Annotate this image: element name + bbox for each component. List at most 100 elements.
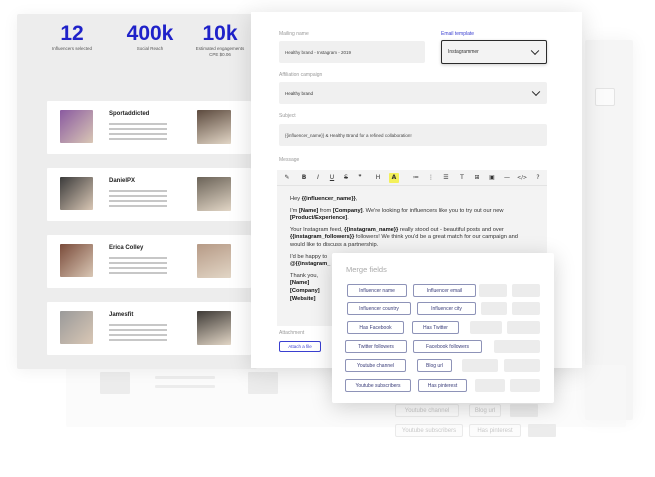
- message-label: Message: [279, 157, 300, 163]
- image-icon[interactable]: ▣: [487, 173, 497, 183]
- influencer-card[interactable]: Jamesfit: [47, 302, 251, 355]
- merge-field-placeholder: [507, 321, 540, 334]
- ghost-bar: [528, 424, 556, 437]
- merge-field-chip[interactable]: Has Facebook: [347, 321, 404, 334]
- editor-toolbar: ✎ B I U S ❞ H A ≔ ⋮ ☰ T ⊞ ▣ — </> ?: [277, 170, 547, 186]
- merge-field-placeholder: [470, 321, 502, 334]
- affiliation-label: Affiliation campaign: [279, 72, 323, 78]
- info-line: [109, 257, 167, 259]
- message-paragraph: Your Instagram feed, {{instagram_name}} …: [290, 226, 518, 248]
- info-line: [109, 138, 167, 140]
- bold-icon[interactable]: B: [299, 173, 309, 183]
- influencer-card[interactable]: DanielPX: [47, 168, 251, 221]
- code-icon[interactable]: </>: [517, 173, 527, 183]
- influencer-name: Jamesfit: [109, 312, 134, 318]
- stat-reach: 400k Social Reach: [120, 22, 180, 52]
- merge-field-chip[interactable]: Twitter followers: [345, 340, 407, 353]
- merge-field-placeholder: [475, 379, 505, 392]
- merge-field-placeholder: [462, 359, 498, 372]
- chevron-down-icon: [531, 87, 541, 97]
- help-icon[interactable]: ?: [533, 173, 543, 183]
- info-line: [109, 339, 167, 341]
- merge-field-chip[interactable]: Influencer name: [347, 284, 407, 297]
- strikethrough-icon[interactable]: S: [341, 173, 351, 183]
- info-line: [109, 195, 167, 197]
- info-line: [109, 267, 167, 269]
- influencer-avatar: [60, 244, 93, 277]
- influencer-post-image: [197, 177, 231, 211]
- merge-field-placeholder: [494, 340, 540, 353]
- email-template-select[interactable]: Instagrammer: [441, 40, 547, 64]
- chevron-down-icon: [530, 46, 540, 56]
- ghost-line: [155, 385, 215, 388]
- ghost-line: [155, 376, 215, 379]
- merge-field-chip[interactable]: Influencer city: [417, 302, 476, 315]
- stat-label: Influencers selected: [51, 46, 93, 51]
- ghost-chip: Has pinterest: [469, 424, 521, 437]
- stat-value: 12: [60, 22, 84, 45]
- numbered-list-icon[interactable]: ⋮: [426, 173, 436, 183]
- stat-engagements: 10k Estimated engagements CPE $0.06: [190, 22, 250, 58]
- divider-icon[interactable]: —: [502, 173, 512, 183]
- influencer-name: DanielPX: [109, 178, 136, 184]
- affiliation-select[interactable]: Healthy brand: [279, 82, 547, 104]
- message-paragraph: I'm [Name] from [Company]. We're looking…: [290, 207, 504, 222]
- text-size-icon[interactable]: T: [457, 173, 467, 183]
- stat-value: 400k: [126, 22, 174, 45]
- info-line: [109, 128, 167, 130]
- stats-row: 12 Influencers selected 400k Social Reac…: [30, 22, 270, 80]
- merge-field-chip[interactable]: Influencer country: [347, 302, 411, 315]
- ghost-bar: [510, 404, 538, 417]
- stat-value: 10k: [202, 22, 238, 45]
- info-line: [109, 324, 167, 326]
- merge-field-chip[interactable]: Has Twitter: [412, 321, 459, 334]
- merge-field-chip[interactable]: Has pinterest: [418, 379, 467, 392]
- message-greeting: Hey {{influencer_name}},: [290, 196, 358, 202]
- influencer-post-image: [197, 244, 231, 278]
- subject-label: Subject: [279, 113, 296, 119]
- info-line: [109, 190, 167, 192]
- bullet-list-icon[interactable]: ≔: [411, 173, 421, 183]
- info-line: [109, 334, 167, 336]
- background-select: [595, 88, 615, 106]
- merge-field-chip[interactable]: Youtube subscribers: [345, 379, 411, 392]
- mailing-name-input[interactable]: Healthy brand - Instagram - 2019: [279, 41, 425, 63]
- attach-file-button[interactable]: Attach a file: [279, 341, 321, 352]
- ghost-photo: [248, 372, 278, 394]
- ghost-chip: Youtube subscribers: [395, 424, 463, 437]
- attachment-label: Attachment: [279, 330, 305, 336]
- influencer-name: Sportaddicted: [109, 111, 150, 117]
- merge-field-placeholder: [510, 379, 540, 392]
- influencer-card[interactable]: Sportaddicted: [47, 101, 251, 154]
- subject-input[interactable]: {{influencer_name}} & Healthy Brand for …: [279, 124, 547, 146]
- ghost-chip: Blog url: [469, 404, 501, 417]
- influencer-avatar: [60, 177, 93, 210]
- merge-field-chip[interactable]: Facebook followers: [413, 340, 482, 353]
- merge-field-chip[interactable]: Blog url: [417, 359, 452, 372]
- merge-field-placeholder: [512, 284, 540, 297]
- quote-icon[interactable]: ❞: [355, 173, 365, 183]
- merge-field-placeholder: [504, 359, 540, 372]
- merge-fields-title: Merge fields: [346, 265, 387, 274]
- info-line: [109, 205, 167, 207]
- influencer-post-image: [197, 311, 231, 345]
- merge-field-placeholder: [481, 302, 507, 315]
- influencer-name: Erica Colley: [109, 245, 144, 251]
- merge-field-chip[interactable]: Influencer email: [413, 284, 476, 297]
- influencer-avatar: [60, 110, 93, 143]
- stat-cpe: CPE $0.06: [209, 52, 231, 57]
- highlight-icon[interactable]: A: [389, 173, 399, 183]
- underline-icon[interactable]: U: [327, 173, 337, 183]
- table-icon[interactable]: ⊞: [472, 173, 482, 183]
- merge-field-placeholder: [512, 302, 540, 315]
- influencer-card[interactable]: Erica Colley: [47, 235, 251, 288]
- heading-icon[interactable]: H: [373, 173, 383, 183]
- info-line: [109, 272, 167, 274]
- info-line: [109, 123, 167, 125]
- pen-icon[interactable]: ✎: [282, 173, 292, 183]
- influencer-post-image: [197, 110, 231, 144]
- align-icon[interactable]: ☰: [441, 173, 451, 183]
- merge-field-chip[interactable]: Youtube channel: [345, 359, 406, 372]
- info-line: [109, 133, 167, 135]
- italic-icon[interactable]: I: [313, 173, 323, 183]
